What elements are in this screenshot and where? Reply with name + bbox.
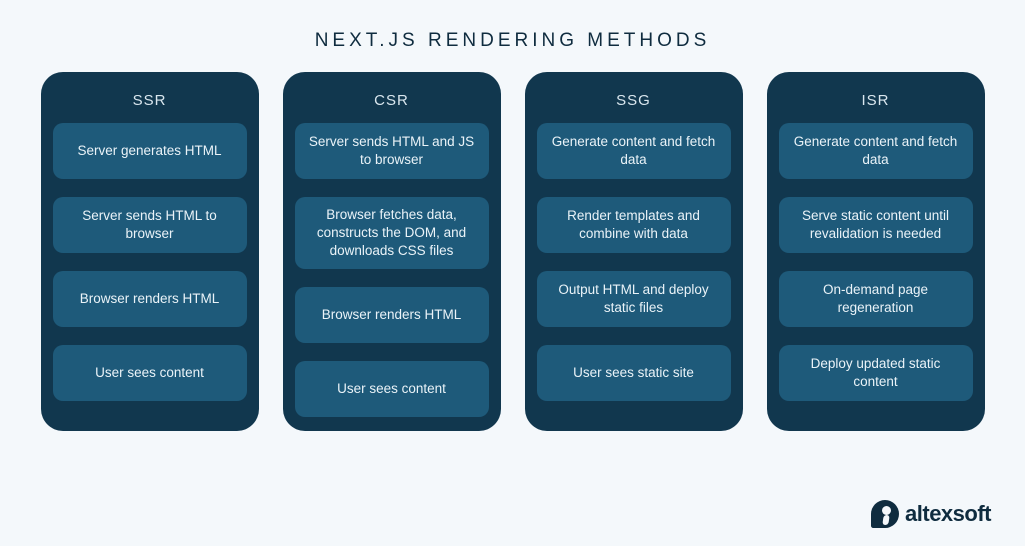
column-ssg: SSG Generate content and fetch data Rend… [525,72,743,431]
step-box: User sees content [295,361,489,417]
brand-logo: altexsoft [871,500,991,528]
step-box: Deploy updated static content [779,345,973,401]
column-title: SSG [537,86,731,123]
step-box: Browser renders HTML [295,287,489,343]
step-box: Serve static content until revalidation … [779,197,973,253]
step-box: Server generates HTML [53,123,247,179]
column-title: CSR [295,86,489,123]
step-box: Generate content and fetch data [537,123,731,179]
column-csr: CSR Server sends HTML and JS to browser … [283,72,501,431]
step-box: Server sends HTML to browser [53,197,247,253]
step-box: User sees content [53,345,247,401]
column-title: ISR [779,86,973,123]
diagram-title: NEXT.JS RENDERING METHODS [0,0,1025,72]
step-box: Generate content and fetch data [779,123,973,179]
step-box: User sees static site [537,345,731,401]
step-box: Render templates and combine with data [537,197,731,253]
step-box: Output HTML and deploy static files [537,271,731,327]
column-title: SSR [53,86,247,123]
step-box: Browser renders HTML [53,271,247,327]
step-box: On-demand page regeneration [779,271,973,327]
brand-logo-icon [871,500,899,528]
step-box: Browser fetches data, constructs the DOM… [295,197,489,269]
columns-container: SSR Server generates HTML Server sends H… [0,72,1025,431]
column-ssr: SSR Server generates HTML Server sends H… [41,72,259,431]
step-box: Server sends HTML and JS to browser [295,123,489,179]
column-isr: ISR Generate content and fetch data Serv… [767,72,985,431]
brand-logo-text: altexsoft [905,501,991,527]
